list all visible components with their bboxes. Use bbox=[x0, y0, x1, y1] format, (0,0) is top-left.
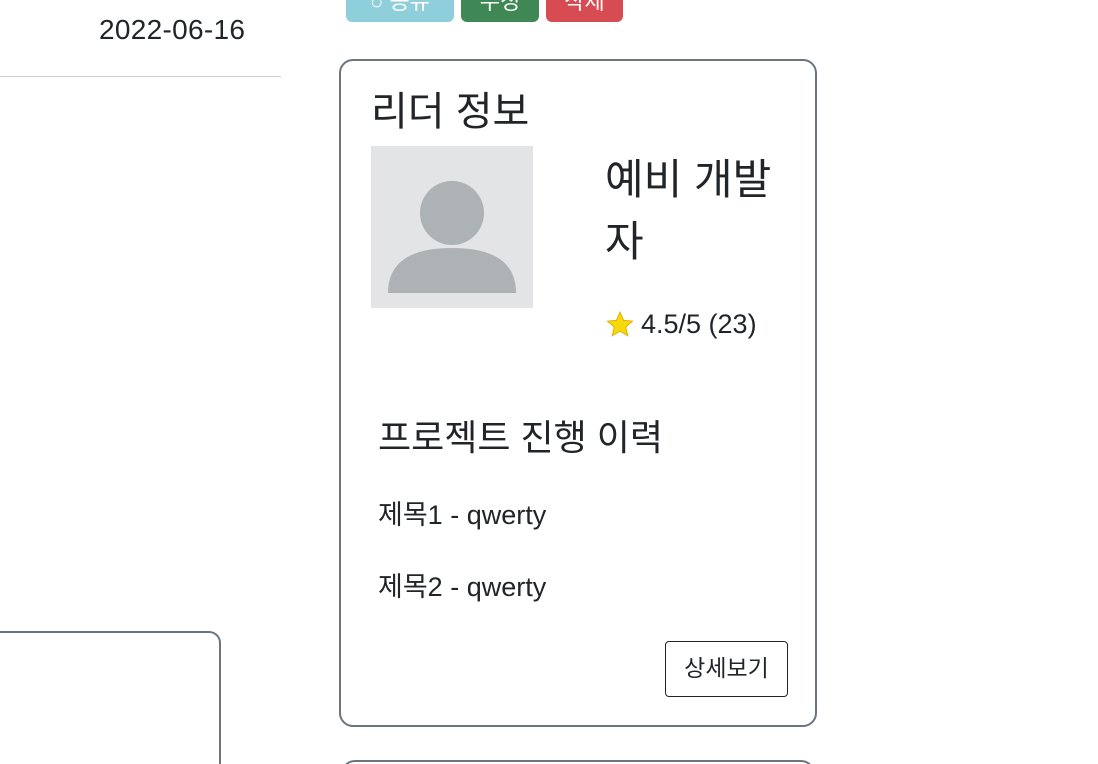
history-item: 제목2 - qwerty bbox=[378, 572, 547, 602]
delete-button[interactable]: 삭제 bbox=[546, 0, 623, 22]
page: ○ 공유 수정 삭제 2022-06-16 리더 정보 예비 개발자 4.5/5… bbox=[0, 0, 1098, 764]
post-date: 2022-06-16 bbox=[99, 14, 246, 45]
leader-name: 예비 개발자 bbox=[605, 156, 772, 265]
next-card bbox=[341, 760, 815, 764]
history-title: 프로젝트 진행 이력 bbox=[378, 417, 663, 458]
star-icon bbox=[606, 310, 634, 337]
edit-button[interactable]: 수정 bbox=[461, 0, 539, 22]
card-title: 리더 정보 bbox=[371, 90, 530, 134]
leader-info-card: 리더 정보 예비 개발자 4.5/5 (23) 프로젝트 진행 이력 제목1 -… bbox=[339, 59, 817, 727]
comment-box bbox=[0, 631, 221, 764]
leader-rating: 4.5/5 (23) bbox=[605, 309, 757, 340]
rating-text: 4.5/5 (23) bbox=[641, 309, 757, 339]
user-silhouette-icon bbox=[388, 181, 516, 293]
avatar bbox=[371, 146, 533, 308]
divider bbox=[0, 76, 281, 77]
view-details-button[interactable]: 상세보기 bbox=[665, 641, 788, 697]
share-button[interactable]: ○ 공유 bbox=[346, 0, 454, 22]
history-item: 제목1 - qwerty bbox=[378, 500, 547, 530]
